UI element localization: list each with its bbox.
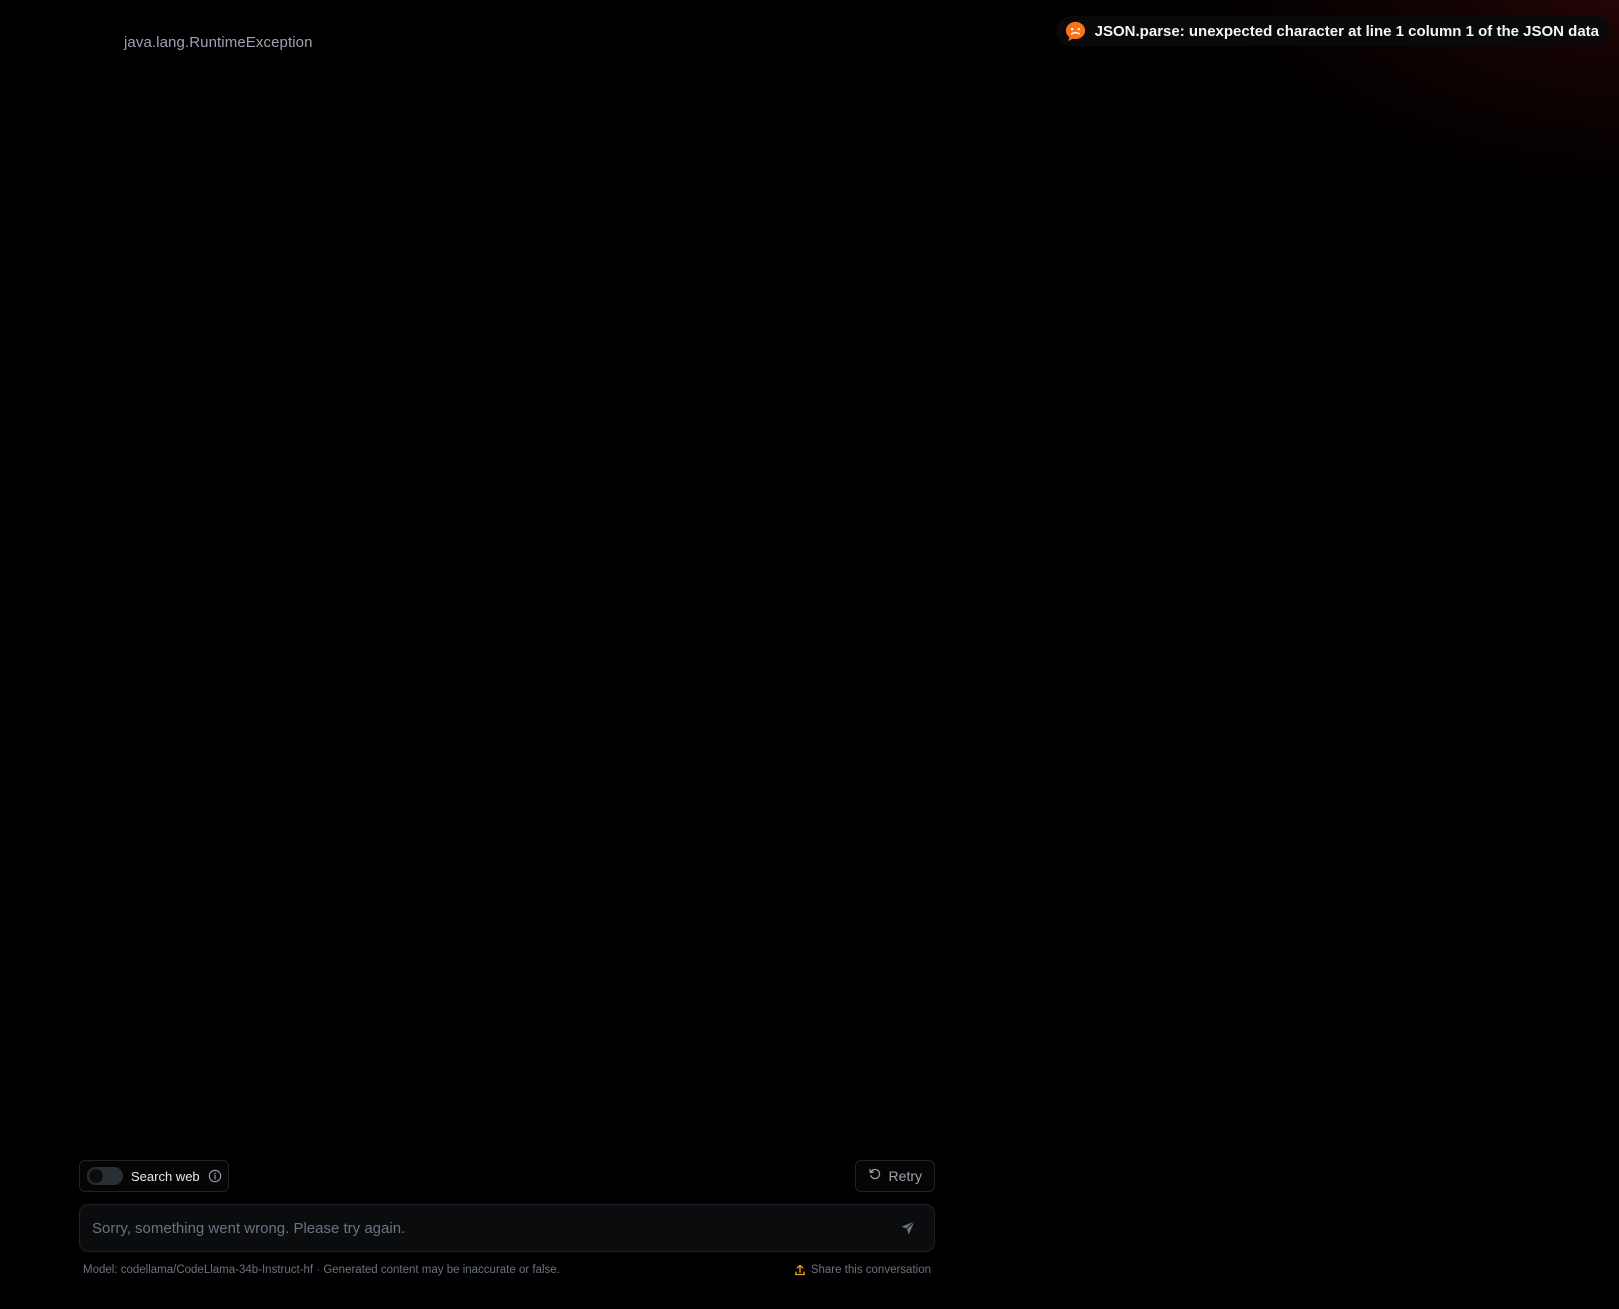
model-disclaimer: Model: codellama/CodeLlama-34b-Instruct-… [83, 1264, 560, 1276]
share-icon [795, 1264, 805, 1276]
send-icon [901, 1221, 915, 1235]
frown-face-icon [1064, 20, 1087, 43]
error-message: JSON.parse: unexpected character at line… [1094, 22, 1599, 40]
toggle-switch[interactable] [87, 1167, 123, 1185]
conversation-title: java.lang.RuntimeException [124, 34, 313, 51]
chat-input-container [79, 1204, 935, 1252]
error-toast: JSON.parse: unexpected character at line… [1055, 16, 1611, 46]
chat-input[interactable] [80, 1205, 888, 1251]
search-web-toggle[interactable]: Search web [79, 1160, 229, 1192]
chat-page: java.lang.RuntimeException JSON.parse: u… [0, 0, 1619, 1309]
chat-footer: Model: codellama/CodeLlama-34b-Instruct-… [83, 1262, 931, 1278]
share-label: Share this conversation [810, 1264, 931, 1276]
send-button[interactable] [888, 1208, 928, 1248]
chat-controls: Search web Retry [79, 1160, 935, 1192]
share-conversation-button[interactable]: Share this conversation [794, 1264, 931, 1276]
retry-button[interactable]: Retry [854, 1160, 935, 1192]
info-icon[interactable] [208, 1169, 222, 1183]
refresh-icon [868, 1167, 882, 1186]
toggle-knob [89, 1169, 103, 1183]
search-web-label: Search web [131, 1168, 200, 1184]
retry-label: Retry [888, 1168, 922, 1184]
